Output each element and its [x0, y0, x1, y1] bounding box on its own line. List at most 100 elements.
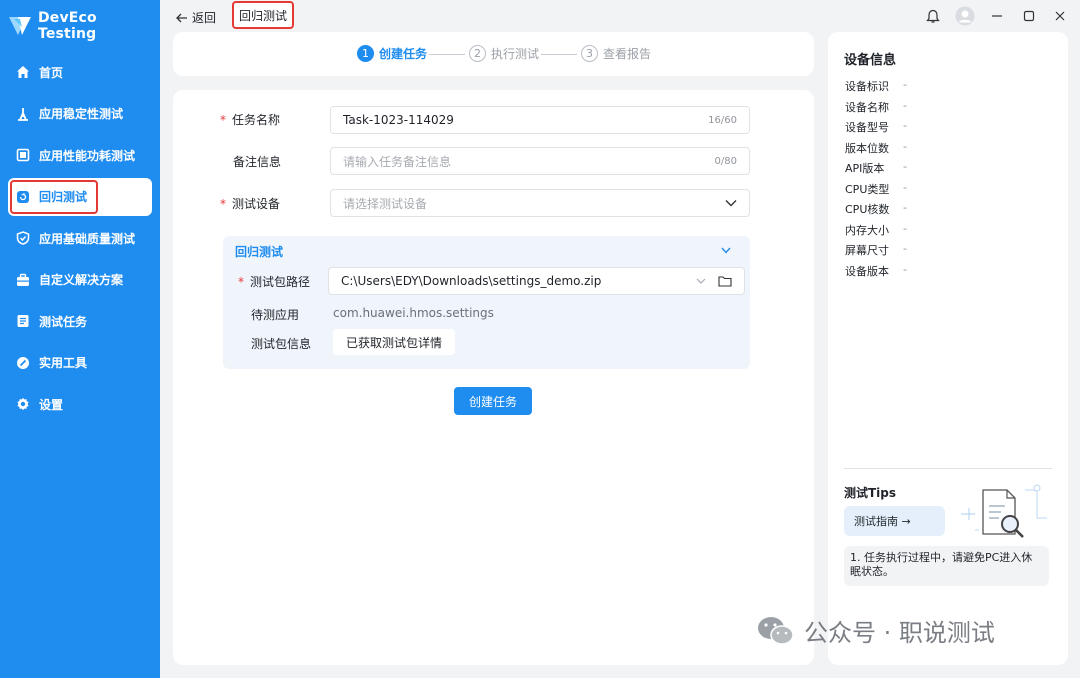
device-info-title: 设备信息	[844, 53, 897, 68]
sidebar-item-label: 测试任务	[39, 314, 88, 329]
highlight-box	[10, 179, 98, 214]
sidebar-item-label: 应用性能功耗测试	[39, 148, 136, 163]
sidebar-item-performance[interactable]: 应用性能功耗测试	[8, 136, 152, 174]
info-key: 设备标识	[845, 80, 889, 93]
field-label: 测试包信息	[251, 337, 312, 351]
info-key: 内存大小	[845, 223, 889, 237]
remark-label: 备注信息	[233, 153, 281, 170]
sidebar-item-tasks[interactable]: 测试任务	[8, 302, 152, 340]
minimize-icon[interactable]	[989, 8, 1005, 24]
sidebar-item-regression[interactable]: 回归测试	[8, 177, 152, 216]
top-bar	[160, 0, 1080, 32]
maximize-icon[interactable]	[1021, 8, 1037, 24]
device-info-row: API版本 -	[845, 160, 907, 176]
remark-input[interactable]: 请输入任务备注信息 0/80	[330, 147, 750, 175]
sidebar-item-stability[interactable]: 应用稳定性测试	[8, 95, 152, 133]
step-label: 查看报告	[603, 47, 652, 61]
char-count: 0/80	[714, 155, 737, 167]
tip-item: 1. 任务执行过程中，请避免PC进入休眠状态。	[844, 546, 1049, 586]
device-info-row: CPU核数 -	[845, 201, 907, 217]
field-label: 备注信息	[233, 155, 282, 169]
info-value: -	[903, 262, 907, 276]
device-info-panel: 设备信息 设备标识 - 设备名称 - 设备型号 - 版本位数 - API版本 - CPU类…	[828, 32, 1068, 665]
info-value: -	[903, 201, 907, 214]
step-connector	[429, 54, 465, 55]
step-number: 2	[469, 45, 486, 62]
sidebar-item-label: 设置	[39, 397, 64, 412]
info-value: -	[903, 160, 907, 173]
sidebar-nav: 首页 应用稳定性测试 应用性能功耗测试 回归测试 应用基础质量测试 自定义解决方…	[8, 53, 152, 427]
device-info-row: 版本位数 -	[845, 140, 907, 156]
required-mark: *	[220, 113, 226, 127]
chevron-down-icon[interactable]	[721, 247, 731, 254]
step-label: 执行测试	[491, 47, 540, 61]
sidebar-item-settings[interactable]: 设置	[8, 385, 152, 423]
panel-title: 回归测试	[235, 245, 284, 259]
info-value: -	[903, 221, 907, 235]
tips-title: 测试Tips	[844, 486, 897, 500]
info-value: -	[903, 119, 907, 132]
package-path-value: C:\Users\EDY\Downloads\settings_demo.zip	[341, 274, 602, 288]
device-info-row: 设备版本 -	[845, 263, 907, 279]
breadcrumb: 回归测试	[232, 1, 294, 29]
performance-icon	[16, 148, 30, 162]
sidebar-item-label: 自定义解决方案	[39, 273, 124, 287]
stepper: 1 创建任务 2 执行测试 3 查看报告	[173, 32, 814, 76]
create-task-button[interactable]: 创建任务	[454, 387, 532, 415]
device-select[interactable]: 请选择测试设备	[330, 189, 750, 217]
sidebar-item-home[interactable]: 首页	[8, 53, 152, 91]
divider	[844, 468, 1052, 469]
device-label: * 测试设备	[220, 195, 280, 212]
info-value: -	[903, 98, 907, 112]
task-name-input[interactable]: Task-1023-114029 16/60	[330, 106, 750, 134]
avatar[interactable]	[955, 6, 975, 26]
app-name: DevEco Testing	[37, 10, 97, 42]
remark-placeholder: 请输入任务备注信息	[343, 154, 452, 169]
app-under-test-value: com.huawei.hmos.settings	[333, 306, 494, 320]
info-value: -	[903, 180, 907, 194]
tip-text: 1. 任务执行过程中，请避免PC进入休眠状态。	[850, 551, 1033, 578]
app-under-test-label: 待测应用	[251, 306, 299, 323]
device-info-row: 设备名称 -	[845, 99, 907, 115]
required-mark: *	[238, 275, 244, 289]
step-number: 1	[357, 45, 374, 62]
quality-icon	[16, 231, 30, 245]
chevron-down-icon[interactable]	[696, 278, 706, 284]
sidebar-item-tools[interactable]: 实用工具	[8, 344, 152, 382]
required-mark: *	[220, 197, 226, 211]
back-label: 返回	[192, 11, 217, 25]
stability-icon	[16, 107, 30, 121]
package-info-chip[interactable]: 已获取测试包详情	[333, 329, 456, 355]
watermark: 公众号 · 职说测试	[756, 613, 995, 648]
step-number: 3	[581, 45, 598, 62]
sidebar-item-custom[interactable]: 自定义解决方案	[8, 261, 152, 299]
sidebar-item-quality[interactable]: 应用基础质量测试	[8, 219, 152, 257]
info-key: 版本位数	[845, 141, 889, 155]
info-key: CPU核数	[845, 203, 890, 216]
info-value: -	[903, 139, 907, 153]
wechat-icon	[758, 616, 794, 645]
device-placeholder: 请选择测试设备	[343, 196, 428, 211]
tools-icon	[16, 356, 30, 370]
info-key: 屏幕尺寸	[845, 244, 889, 257]
app-logo: DevEco Testing	[8, 10, 160, 42]
package-info-label: 测试包信息	[251, 335, 311, 352]
close-icon[interactable]	[1052, 8, 1068, 24]
notification-bell-icon[interactable]	[925, 8, 941, 24]
task-form: * 任务名称 Task-1023-114029 16/60 备注信息 请输入任务备…	[173, 90, 814, 665]
folder-icon[interactable]	[718, 275, 732, 287]
package-path-input[interactable]: C:\Users\EDY\Downloads\settings_demo.zip	[328, 267, 745, 295]
step-report: 3 查看报告	[581, 45, 651, 62]
sidebar-item-label: 应用稳定性测试	[39, 107, 124, 121]
sidebar-item-label: 实用工具	[39, 356, 88, 370]
info-value: -	[903, 78, 907, 91]
test-guide-link[interactable]: 测试指南 →	[844, 506, 945, 536]
document-search-illustration-icon	[961, 484, 1047, 538]
gear-icon	[16, 397, 30, 411]
step-execute: 2 执行测试	[469, 45, 539, 62]
task-list-icon	[16, 314, 30, 328]
field-label: 待测应用	[251, 308, 300, 322]
back-button[interactable]: 返回	[176, 9, 216, 26]
device-info-row: 设备型号 -	[845, 119, 907, 135]
regression-panel: 回归测试 * 测试包路径 C:\Users\EDY\Downloads\setti…	[223, 236, 750, 369]
